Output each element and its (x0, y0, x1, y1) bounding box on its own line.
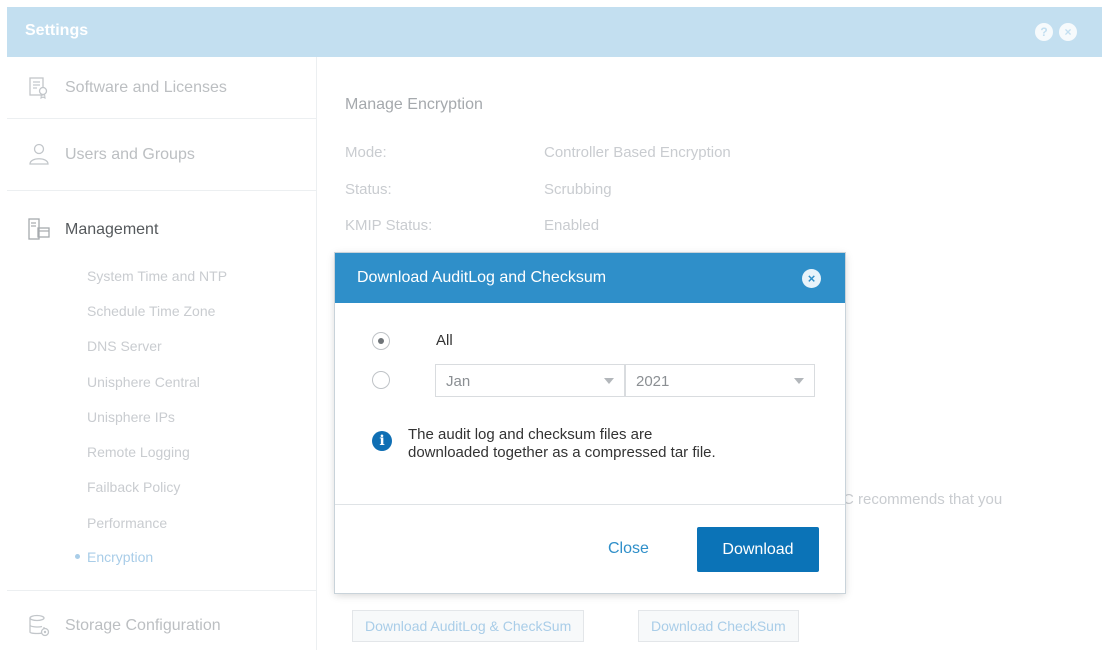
info-message: The audit log and checksum files are dow… (408, 426, 788, 462)
dialog-header: Download AuditLog and Checksum × (335, 253, 845, 303)
dialog-close-icon[interactable]: × (802, 269, 821, 288)
month-select[interactable]: Jan (435, 364, 625, 397)
month-select-value: Jan (446, 373, 471, 390)
download-button[interactable]: Download (697, 527, 819, 572)
year-select-value: 2021 (636, 373, 670, 390)
dialog-divider (335, 504, 845, 505)
info-line: downloaded together as a compressed tar … (408, 444, 716, 461)
download-auditlog-dialog: Download AuditLog and Checksum × All Jan… (335, 253, 845, 593)
chevron-down-icon (794, 378, 804, 384)
radio-date-range[interactable] (372, 371, 390, 389)
info-line: The audit log and checksum files are (408, 426, 653, 443)
dialog-title: Download AuditLog and Checksum (357, 269, 607, 286)
year-select[interactable]: 2021 (625, 364, 815, 397)
radio-selected-dot (378, 338, 384, 344)
chevron-down-icon (604, 378, 614, 384)
close-button[interactable]: Close (608, 540, 649, 558)
info-icon: i (372, 431, 392, 451)
radio-all-label: All (436, 332, 453, 349)
radio-all[interactable] (372, 332, 390, 350)
